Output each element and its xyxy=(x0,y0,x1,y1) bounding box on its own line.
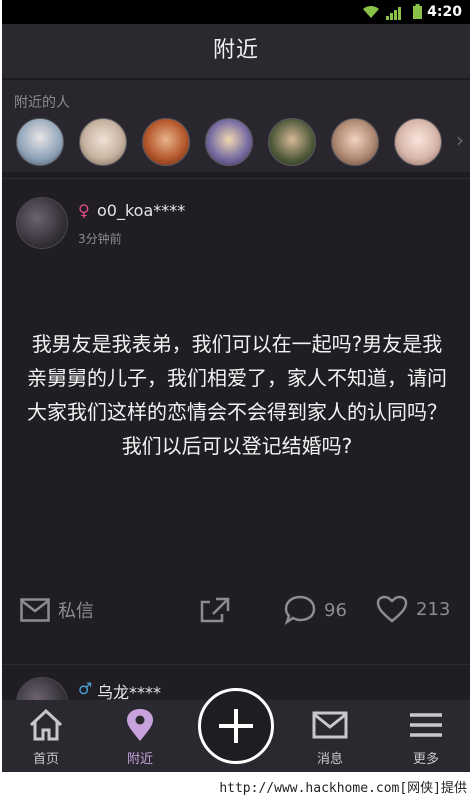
page-title: 附近 xyxy=(212,38,259,63)
signal-icon xyxy=(386,5,402,24)
nearby-avatar[interactable] xyxy=(331,118,379,166)
post-username[interactable]: o0_koa**** xyxy=(97,201,185,220)
nav-home[interactable]: 首页 xyxy=(16,708,76,767)
nearby-avatar[interactable] xyxy=(205,118,253,166)
bottom-nav: 首页 附近 消息 更多 xyxy=(2,688,470,772)
share-button[interactable] xyxy=(200,597,230,623)
nav-nearby-label: 附近 xyxy=(126,752,153,767)
like-button[interactable]: 213 xyxy=(376,595,450,623)
post-text[interactable]: 我男友是我表弟，我们可以在一起吗?男友是我亲舅舅的儿子，我们相爱了，家人不知道，… xyxy=(22,327,452,463)
mail-icon xyxy=(20,598,50,622)
comment-count: 96 xyxy=(324,599,347,621)
battery-icon xyxy=(413,4,422,23)
comment-icon xyxy=(284,595,316,625)
nav-more-label: 更多 xyxy=(412,752,439,767)
chevron-right-icon[interactable]: › xyxy=(456,128,464,152)
post-avatar[interactable] xyxy=(16,197,68,249)
wifi-icon xyxy=(362,4,380,23)
status-time: 4:20 xyxy=(427,4,462,20)
nearby-people-strip: 附近的人 › xyxy=(2,80,470,172)
nearby-avatar[interactable] xyxy=(16,118,64,166)
header: 附近 xyxy=(2,24,470,78)
nearby-avatar[interactable] xyxy=(268,118,316,166)
post-actions: 私信 96 213 xyxy=(2,589,470,633)
nav-messages-label: 消息 xyxy=(316,752,343,767)
nav-messages[interactable]: 消息 xyxy=(300,708,360,767)
status-bar: 4:20 xyxy=(2,0,470,24)
location-icon xyxy=(127,709,153,741)
nearby-avatar[interactable] xyxy=(142,118,190,166)
message-label: 私信 xyxy=(58,601,94,622)
female-icon: ♀ xyxy=(78,201,90,220)
home-icon xyxy=(29,708,63,741)
nearby-label: 附近的人 xyxy=(14,95,70,111)
post-time: 3分钟前 xyxy=(78,232,122,246)
menu-icon xyxy=(410,713,442,737)
nearby-avatar[interactable] xyxy=(394,118,442,166)
plus-icon xyxy=(219,709,253,743)
male-icon: ♂ xyxy=(78,679,93,698)
post-card: ♀ o0_koa**** 3分钟前 我男友是我表弟，我们可以在一起吗?男友是我亲… xyxy=(2,178,470,657)
mail-icon xyxy=(312,711,348,739)
app-frame: 4:20 附近 附近的人 › ♀ o0_koa**** 3分钟前 我男友是我表弟… xyxy=(2,0,470,772)
nav-more[interactable]: 更多 xyxy=(396,708,456,767)
nav-home-label: 首页 xyxy=(32,752,59,767)
comment-button[interactable]: 96 xyxy=(284,595,347,625)
add-post-button[interactable] xyxy=(198,688,274,764)
message-button[interactable]: 私信 xyxy=(20,597,94,623)
nav-nearby[interactable]: 附近 xyxy=(110,708,170,767)
like-count: 213 xyxy=(416,598,451,620)
heart-icon xyxy=(376,595,408,623)
nearby-avatar[interactable] xyxy=(79,118,127,166)
share-icon xyxy=(200,597,230,623)
watermark: http://www.hackhome.com[网侠]提供 xyxy=(219,781,467,796)
